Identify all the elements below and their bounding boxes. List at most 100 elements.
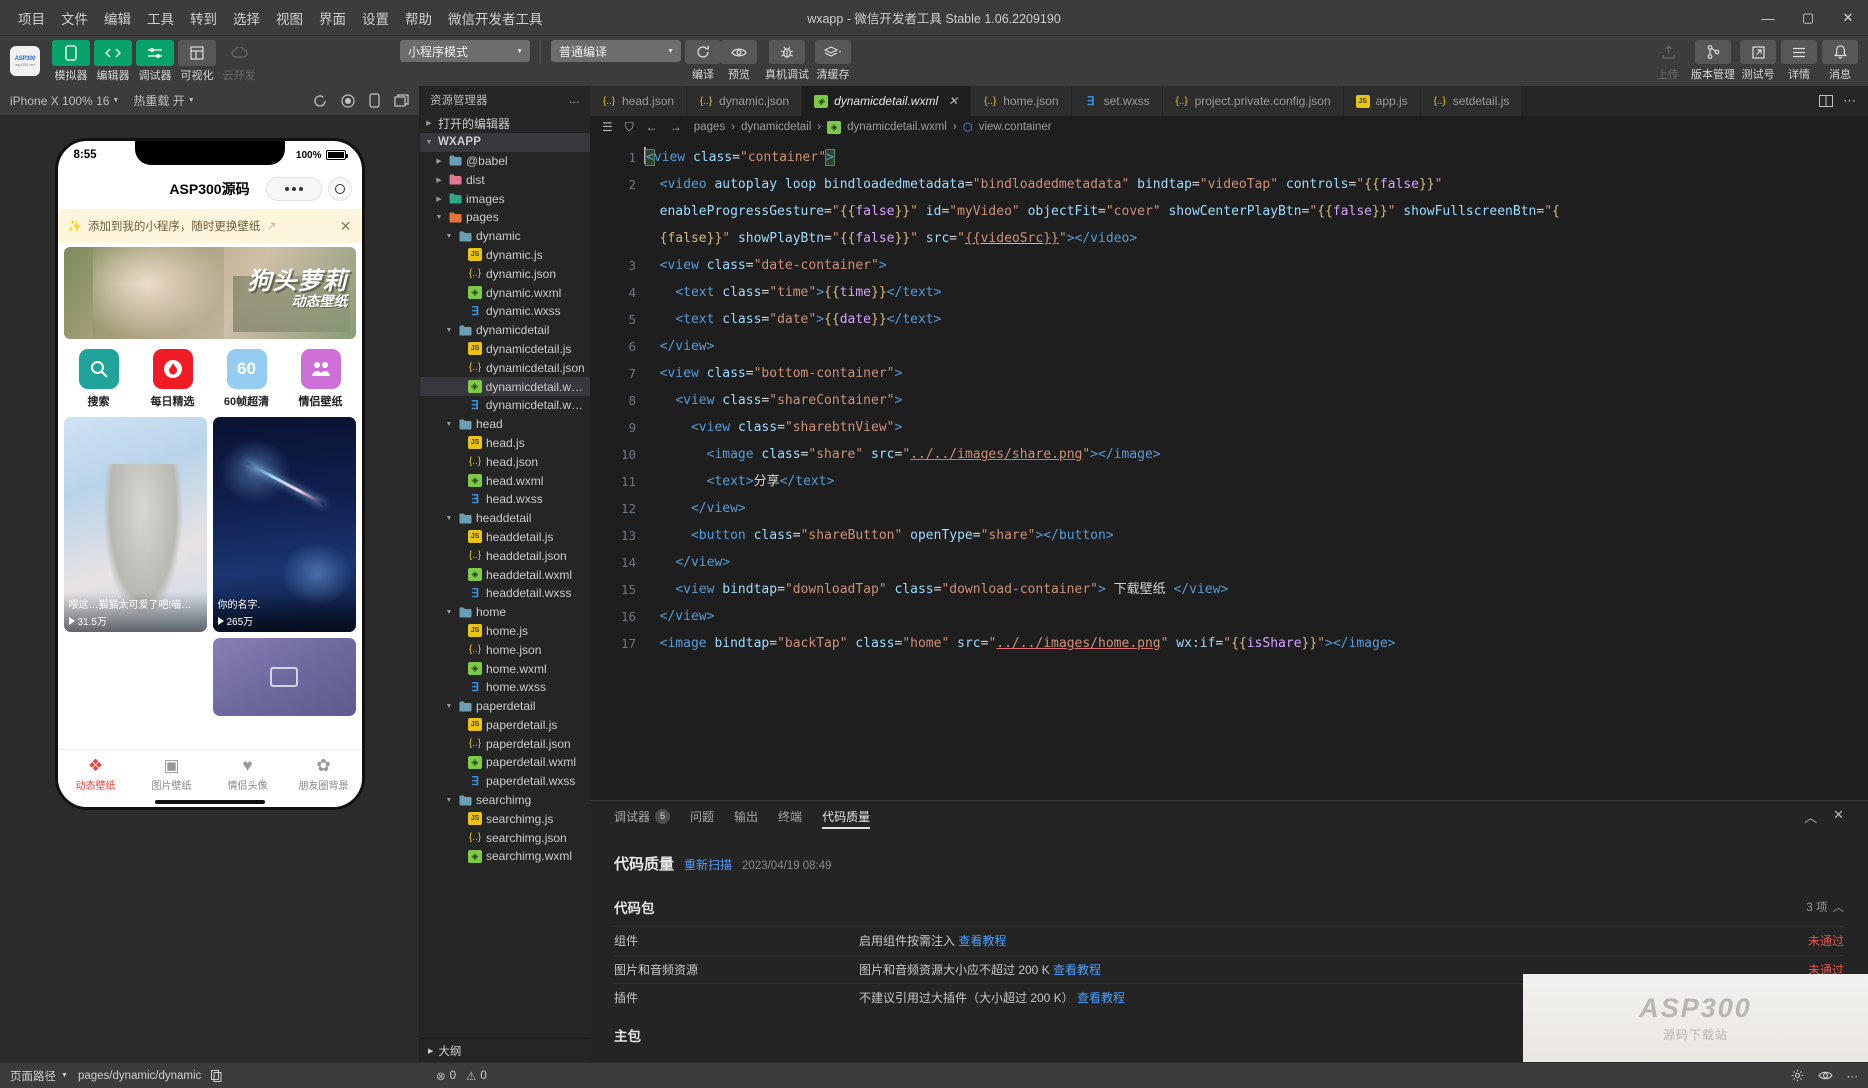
diagnostics-group[interactable]: ⊗ 0 ⚠ 0 bbox=[436, 1069, 487, 1083]
toolbar-button-preview[interactable]: 预览 bbox=[721, 40, 757, 82]
close-icon[interactable]: ✕ bbox=[1833, 807, 1844, 826]
tree-row-dynamicdetail-json[interactable]: {..}dynamicdetail.json bbox=[420, 358, 590, 377]
breadcrumb-item-file[interactable]: dynamicdetail.wxml bbox=[847, 121, 947, 133]
tree-row-dynamic[interactable]: ▼dynamic bbox=[420, 227, 590, 246]
editor-tab-home-json[interactable]: {..}home.json bbox=[971, 86, 1071, 116]
toolbar-button-clearcache[interactable]: 清缓存 bbox=[815, 40, 851, 82]
wallpaper-card-partial[interactable] bbox=[213, 638, 356, 716]
tree-row--babel[interactable]: ▶@babel bbox=[420, 152, 590, 171]
menu-item-project[interactable]: 项目 bbox=[10, 4, 53, 32]
panel-tab-code-quality[interactable]: 代码质量 bbox=[822, 801, 870, 831]
tree-row-dist[interactable]: ▶dist bbox=[420, 170, 590, 189]
editor-tab-head-json[interactable]: {..}head.json bbox=[590, 86, 687, 116]
tree-row-home[interactable]: ▼home bbox=[420, 603, 590, 622]
chevron-down-icon[interactable]: ▼ bbox=[434, 214, 444, 221]
breadcrumb-item-dynamicdetail[interactable]: dynamicdetail bbox=[741, 121, 811, 133]
tree-row-dynamic-wxml[interactable]: ◈dynamic.wxml bbox=[420, 283, 590, 302]
menu-item-settings[interactable]: 设置 bbox=[354, 4, 397, 32]
sim-phone-outline-icon[interactable] bbox=[369, 93, 380, 108]
chevron-down-icon[interactable]: ▼ bbox=[444, 703, 454, 710]
quick-link-search[interactable]: 搜索 bbox=[70, 349, 128, 409]
tree-row-paperdetail[interactable]: ▼paperdetail bbox=[420, 697, 590, 716]
toolbar-button-realdevice[interactable]: 真机调试 bbox=[765, 40, 809, 82]
tree-row-pages[interactable]: ▼pages bbox=[420, 208, 590, 227]
tree-row-dynamic-js[interactable]: JSdynamic.js bbox=[420, 246, 590, 265]
phone-tab-couple[interactable]: ♥ 情侣头像 bbox=[213, 757, 283, 792]
editor-tab-dynamicdetail-wxml[interactable]: ◈dynamicdetail.wxml✕ bbox=[802, 86, 971, 116]
forward-arrow-icon[interactable]: → bbox=[670, 120, 682, 135]
tree-row-head-wxss[interactable]: ∃head.wxss bbox=[420, 490, 590, 509]
eye-icon[interactable] bbox=[1818, 1070, 1833, 1081]
tree-row-home-json[interactable]: {..}home.json bbox=[420, 640, 590, 659]
tree-row-headdetail-json[interactable]: {..}headdetail.json bbox=[420, 546, 590, 565]
tree-row-searchimg[interactable]: ▼searchimg bbox=[420, 791, 590, 810]
tree-row-home-js[interactable]: JShome.js bbox=[420, 622, 590, 641]
tree-row-home-wxml[interactable]: ◈home.wxml bbox=[420, 659, 590, 678]
menu-item-select[interactable]: 选择 bbox=[225, 4, 268, 32]
tree-row-head-js[interactable]: JShead.js bbox=[420, 434, 590, 453]
chevron-up-icon[interactable]: ︿ bbox=[1833, 899, 1845, 915]
code-editor[interactable]: 1 <view class="container"> 2 <video auto… bbox=[590, 138, 1868, 800]
chevron-right-icon[interactable]: ▶ bbox=[434, 176, 444, 184]
toolbar-button-simulator[interactable]: 模拟器 bbox=[52, 40, 90, 83]
quality-tutorial-link[interactable]: 查看教程 bbox=[1077, 991, 1125, 1005]
phone-tab-friends[interactable]: ✿ 朋友圈背景 bbox=[289, 757, 359, 792]
tree-row-dynamic-json[interactable]: {..}dynamic.json bbox=[420, 264, 590, 283]
tree-row-dynamicdetail-wxml[interactable]: ◈dynamicdetail.wxml bbox=[420, 377, 590, 396]
hot-reload-selector[interactable]: 热重载 开 ▼ bbox=[133, 92, 194, 109]
toolbar-button-visual[interactable]: 可视化 bbox=[178, 40, 216, 83]
chevron-down-icon[interactable]: ▼ bbox=[444, 515, 454, 522]
phone-tab-dynamic[interactable]: ❖ 动态壁纸 bbox=[61, 757, 131, 792]
tree-row-headdetail-js[interactable]: JSheaddetail.js bbox=[420, 528, 590, 547]
tree-row-searchimg-wxml[interactable]: ◈searchimg.wxml bbox=[420, 847, 590, 866]
toolbar-button-debugger[interactable]: 调试器 bbox=[136, 40, 174, 83]
menu-item-edit[interactable]: 编辑 bbox=[96, 4, 139, 32]
toolbar-button-details[interactable]: 详情 bbox=[1781, 40, 1817, 82]
tree-row-headdetail[interactable]: ▼headdetail bbox=[420, 509, 590, 528]
tree-row-searchimg-json[interactable]: {..}searchimg.json bbox=[420, 828, 590, 847]
editor-tab-setdetail-js[interactable]: {..}setdetail.js bbox=[1421, 86, 1523, 116]
page-path-group[interactable]: 页面路径 ▼ bbox=[10, 1068, 68, 1084]
menu-item-tools[interactable]: 工具 bbox=[139, 4, 182, 32]
more-icon[interactable]: … bbox=[569, 94, 581, 106]
tree-row-paperdetail-json[interactable]: {..}paperdetail.json bbox=[420, 734, 590, 753]
split-editor-icon[interactable] bbox=[1819, 95, 1833, 107]
toolbar-button-compile[interactable]: 编译 bbox=[685, 40, 721, 82]
sim-window-icon[interactable] bbox=[394, 94, 409, 107]
breadcrumb-item-pages[interactable]: pages bbox=[694, 121, 725, 133]
compile-select[interactable]: 普通编译 ▼ bbox=[551, 40, 681, 62]
more-icon[interactable]: ⋯ bbox=[1847, 1069, 1859, 1083]
tree-row-head[interactable]: ▼head bbox=[420, 415, 590, 434]
chevron-down-icon[interactable]: ▼ bbox=[444, 233, 454, 240]
menu-item-goto[interactable]: 转到 bbox=[182, 4, 225, 32]
tree-row-home-wxss[interactable]: ∃home.wxss bbox=[420, 678, 590, 697]
tree-row-paperdetail-wxml[interactable]: ◈paperdetail.wxml bbox=[420, 753, 590, 772]
sim-record-icon[interactable] bbox=[341, 94, 355, 108]
minimize-button[interactable]: — bbox=[1748, 0, 1788, 36]
close-capsule-icon[interactable] bbox=[328, 177, 352, 201]
close-icon[interactable]: ✕ bbox=[948, 94, 958, 108]
wallpaper-card[interactable]: 喂这…猫猫太可爱了吧!喵… 31.5万 bbox=[64, 417, 207, 632]
toolbar-button-testaccount[interactable]: 测试号 bbox=[1740, 40, 1776, 82]
tree-row-headdetail-wxml[interactable]: ◈headdetail.wxml bbox=[420, 565, 590, 584]
menu-item-file[interactable]: 文件 bbox=[53, 4, 96, 32]
quick-link-60fps[interactable]: 60 60帧超清 bbox=[218, 349, 276, 409]
bookmark-icon[interactable]: ⛉ bbox=[625, 120, 634, 135]
tree-row-dynamic-wxss[interactable]: ∃dynamic.wxss bbox=[420, 302, 590, 321]
editor-tab-project-config[interactable]: {..}project.private.config.json bbox=[1163, 86, 1344, 116]
rescan-link[interactable]: 重新扫描 bbox=[684, 856, 732, 873]
quick-link-daily[interactable]: 每日精选 bbox=[144, 349, 202, 409]
tree-row-project[interactable]: ▼ WXAPP bbox=[420, 133, 590, 152]
toolbar-button-messages[interactable]: 消息 bbox=[1822, 40, 1858, 82]
panel-tab-debugger[interactable]: 调试器 5 bbox=[614, 801, 670, 831]
panel-tab-problems[interactable]: 问题 bbox=[690, 801, 714, 831]
tree-row-paperdetail-wxss[interactable]: ∃paperdetail.wxss bbox=[420, 772, 590, 791]
copy-icon[interactable] bbox=[211, 1070, 222, 1082]
chevron-right-icon[interactable]: ▶ bbox=[434, 195, 444, 203]
menu-item-view[interactable]: 视图 bbox=[268, 4, 311, 32]
chevron-up-icon[interactable]: ︿ bbox=[1804, 807, 1817, 826]
editor-tab-set-wxss[interactable]: ∃set.wxss bbox=[1072, 86, 1163, 116]
more-icon[interactable]: ⋯ bbox=[1843, 93, 1856, 109]
panel-tab-output[interactable]: 输出 bbox=[734, 801, 758, 831]
tree-row-head-wxml[interactable]: ◈head.wxml bbox=[420, 471, 590, 490]
